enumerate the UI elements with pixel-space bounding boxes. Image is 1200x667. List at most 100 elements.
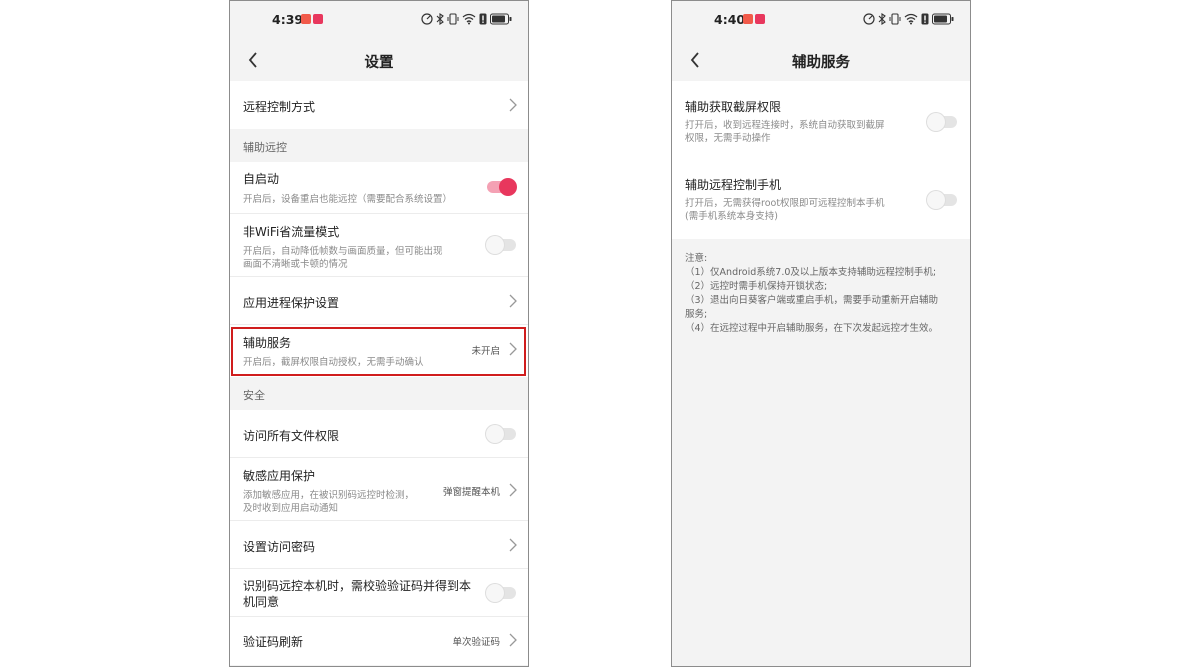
note-line: （3）退出向日葵客户端或重启手机，需要手动重新开启辅助: [685, 295, 939, 306]
row-title: 应用进程保护设置: [243, 296, 340, 310]
notification-icons: [301, 14, 323, 24]
app-notification-icon: [755, 14, 765, 24]
note-line: （4）在远控过程中开启辅助服务，在下次发起远控才生效。: [685, 323, 939, 334]
app-notification-icon: [301, 14, 311, 24]
remote-control-mode-row[interactable]: 远程控制方式: [230, 81, 528, 129]
access-password-row[interactable]: 设置访问密码: [230, 521, 528, 569]
group-accessibility: 辅助获取截屏权限 打开后，收到远程连接时，系统自动获取到截屏 权限，无需手动操作…: [672, 81, 970, 239]
row-desc: 开启后，设备重启也能远控（需要配合系统设置）: [243, 194, 453, 205]
app-notification-icon: [743, 14, 753, 24]
chevron-right-icon: [509, 98, 517, 112]
row-desc: 开启后，自动降低帧数与画面质量，但可能出现: [243, 246, 443, 257]
group-remote: 远程控制方式: [230, 81, 528, 129]
code-refresh-row[interactable]: 验证码刷新 单次验证码: [230, 617, 528, 665]
screenshot-permission-row: 辅助获取截屏权限 打开后，收到远程连接时，系统自动获取到截屏 权限，无需手动操作: [672, 81, 970, 159]
note-line: 注意:: [685, 253, 708, 264]
toggle-knob: [499, 178, 517, 196]
row-title: 机同意: [243, 595, 280, 609]
note-line: （2）远控时需手机保持开锁状态;: [685, 281, 828, 292]
notification-icons: [743, 14, 765, 24]
verify-code-toggle[interactable]: [486, 584, 516, 602]
vibrate-icon: [447, 13, 459, 25]
remote-control-phone-toggle[interactable]: [927, 191, 957, 209]
speed-icon: [421, 13, 433, 25]
battery-icon: [490, 13, 512, 25]
status-value: 弹窗提醒本机: [442, 487, 500, 498]
row-desc: 及时收到应用启动通知: [243, 503, 339, 514]
row-title: 非WiFi省流量模式: [243, 225, 340, 239]
page-title: 辅助服务: [792, 55, 850, 71]
toggle-knob: [927, 113, 945, 131]
chevron-right-icon: [509, 633, 517, 647]
row-desc: 打开后，无需获得root权限即可远程控制本手机: [685, 198, 885, 209]
auto-start-row: 自启动 开启后，设备重启也能远控（需要配合系统设置）: [230, 162, 528, 214]
status-icons: [863, 13, 954, 25]
vibrate-icon: [889, 13, 901, 25]
screenshot-permission-toggle[interactable]: [927, 113, 957, 131]
chevron-right-icon: [509, 538, 517, 552]
row-desc: 打开后，收到远程连接时，系统自动获取到截屏: [685, 120, 885, 131]
note-line: （1）仅Android系统7.0及以上版本支持辅助远程控制手机;: [685, 267, 937, 278]
status-time: 4:39: [272, 12, 304, 27]
non-wifi-toggle[interactable]: [486, 236, 516, 254]
battery-icon: [932, 13, 954, 25]
row-title: 自启动: [243, 172, 280, 186]
status-bar: 4:39: [230, 1, 528, 39]
file-access-row: 访问所有文件权限: [230, 410, 528, 458]
auto-start-toggle[interactable]: [487, 178, 517, 196]
toggle-knob: [486, 236, 504, 254]
toggle-knob: [486, 425, 504, 443]
title-bar: 辅助服务: [672, 39, 970, 81]
toggle-knob: [486, 584, 504, 602]
bluetooth-icon: [878, 13, 886, 25]
row-title: 敏感应用保护: [243, 469, 316, 483]
group-security: 访问所有文件权限 敏感应用保护 添加敏感应用，在被识别码远控时检测， 及时收到应…: [230, 410, 528, 665]
section-label-assist: 辅助远控: [243, 141, 287, 154]
alert-icon: [921, 13, 929, 25]
notes: 注意: （1）仅Android系统7.0及以上版本支持辅助远程控制手机; （2）…: [685, 252, 960, 336]
status-value: 未开启: [471, 346, 500, 357]
row-desc: 画面不清晰或卡顿的情况: [243, 259, 348, 270]
group-assist: 自启动 开启后，设备重启也能远控（需要配合系统设置） 非WiFi省流量模式 开启…: [230, 162, 528, 377]
app-notification-icon: [313, 14, 323, 24]
row-title: 识别码远控本机时，需校验验证码并得到本: [243, 579, 472, 593]
toggle-knob: [927, 191, 945, 209]
note-line: 服务;: [685, 309, 708, 320]
status-icons: [421, 13, 512, 25]
accessibility-service-row[interactable]: 辅助服务 开启后，截屏权限自动授权，无需手动确认 未开启: [230, 325, 528, 377]
row-title: 设置访问密码: [243, 540, 316, 554]
row-title: 远程控制方式: [243, 100, 316, 114]
status-value: 单次验证码: [452, 637, 500, 648]
row-desc: 权限，无需手动操作: [685, 133, 771, 144]
file-access-toggle[interactable]: [486, 425, 516, 443]
status-time: 4:40: [714, 12, 746, 27]
chevron-right-icon: [509, 294, 517, 308]
chevron-right-icon: [509, 483, 517, 497]
row-title: 访问所有文件权限: [243, 429, 340, 443]
speed-icon: [863, 13, 875, 25]
status-bar: 4:40: [672, 1, 970, 39]
settings-screen: 4:39 设置 远程控制方式 辅助远控 自启动 开启后，设备重启也能远控（需要配…: [229, 0, 529, 667]
row-title: 辅助服务: [243, 336, 292, 350]
section-label-security: 安全: [243, 389, 265, 402]
row-title: 验证码刷新: [243, 635, 304, 649]
row-desc: 添加敏感应用，在被识别码远控时检测，: [243, 490, 415, 501]
non-wifi-saving-row: 非WiFi省流量模式 开启后，自动降低帧数与画面质量，但可能出现 画面不清晰或卡…: [230, 214, 528, 277]
accessibility-screen: 4:40 辅助服务 辅助获取截屏权限 打开后，收到远程连接时，系统自动获取到截屏…: [671, 0, 971, 667]
page-title: 设置: [364, 55, 394, 71]
row-title: 辅助获取截屏权限: [685, 100, 782, 114]
wifi-icon: [904, 13, 918, 25]
row-desc: (需手机系统本身支持): [685, 211, 778, 222]
sensitive-app-row[interactable]: 敏感应用保护 添加敏感应用，在被识别码远控时检测， 及时收到应用启动通知 弹窗提…: [230, 458, 528, 521]
chevron-right-icon: [509, 342, 517, 356]
title-bar: 设置: [230, 39, 528, 81]
settings-list: 远程控制方式 辅助远控 自启动 开启后，设备重启也能远控（需要配合系统设置） 非…: [230, 81, 528, 665]
bluetooth-icon: [436, 13, 444, 25]
accessibility-list: 辅助获取截屏权限 打开后，收到远程连接时，系统自动获取到截屏 权限，无需手动操作…: [672, 81, 970, 239]
alert-icon: [479, 13, 487, 25]
remote-control-phone-row: 辅助远程控制手机 打开后，无需获得root权限即可远程控制本手机 (需手机系统本…: [672, 159, 970, 239]
wifi-icon: [462, 13, 476, 25]
verify-code-row: 识别码远控本机时，需校验验证码并得到本 机同意: [230, 569, 528, 617]
process-protect-row[interactable]: 应用进程保护设置: [230, 277, 528, 325]
row-title: 辅助远程控制手机: [685, 178, 782, 192]
